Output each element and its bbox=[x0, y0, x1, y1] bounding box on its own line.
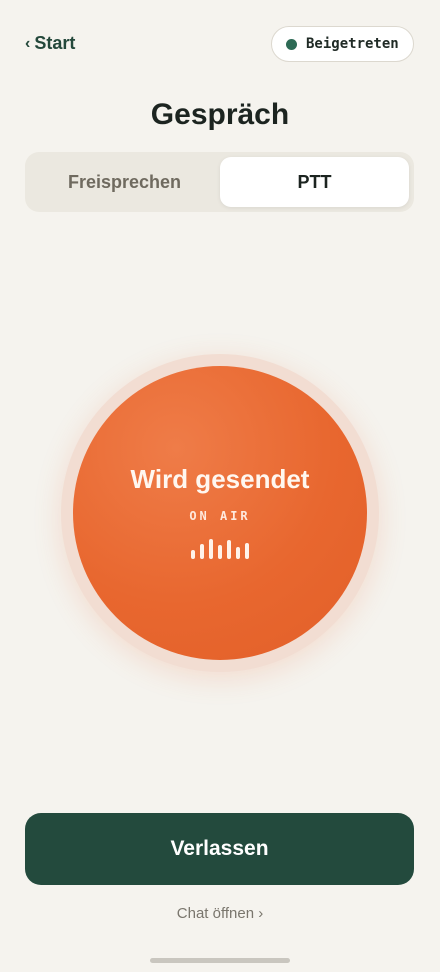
chevron-left-icon: ‹ bbox=[25, 34, 31, 52]
home-indicator bbox=[150, 958, 290, 963]
push-to-talk-button[interactable]: Wird gesendet ON AIR bbox=[73, 366, 367, 660]
audio-level-bar bbox=[227, 539, 231, 559]
status-badge: Beigetreten bbox=[271, 26, 414, 62]
audio-level-bar bbox=[245, 542, 249, 559]
tab-ptt[interactable]: PTT bbox=[220, 157, 409, 207]
open-chat-link[interactable]: Chat öffnen › bbox=[0, 905, 440, 922]
status-dot-icon bbox=[286, 38, 297, 50]
audio-level-bar bbox=[218, 544, 222, 559]
on-air-label: ON AIR bbox=[189, 508, 251, 523]
audio-level-bar bbox=[191, 549, 195, 559]
leave-button[interactable]: Verlassen bbox=[25, 813, 414, 885]
audio-level-bar bbox=[236, 546, 240, 559]
tab-freisprechen[interactable]: Freisprechen bbox=[30, 157, 219, 207]
back-button[interactable]: ‹ Start bbox=[25, 33, 75, 54]
back-label: Start bbox=[34, 33, 76, 53]
page-title: Gespräch bbox=[150, 98, 290, 131]
audio-level-icon bbox=[191, 537, 249, 559]
ptt-status-label: Wird gesendet bbox=[130, 463, 310, 494]
call-screen: ‹ Start Beigetreten Gespräch Freispreche… bbox=[0, 0, 440, 972]
audio-level-bar bbox=[200, 543, 204, 559]
status-label: Beigetreten bbox=[306, 36, 399, 52]
mode-segmented-control: Freisprechen PTT bbox=[25, 152, 414, 212]
audio-level-bar bbox=[209, 538, 213, 559]
